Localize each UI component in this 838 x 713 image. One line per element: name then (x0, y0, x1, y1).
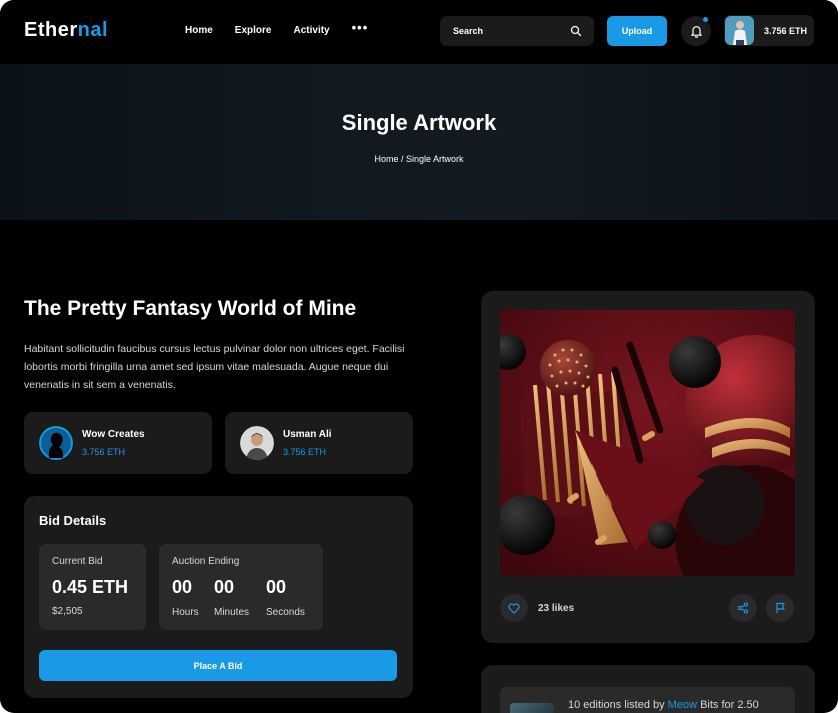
owner-card[interactable]: Usman Ali 3.756 ETH (225, 412, 413, 474)
auction-ending-label: Auction Ending (172, 556, 240, 567)
editions-text: 10 editions listed by Meow Bits for 2.50 (568, 699, 759, 711)
current-bid-box: Current Bid 0.45 ETH $2,505 (39, 544, 146, 630)
current-bid-usd: $2,505 (52, 606, 83, 617)
app-frame: Ethernal Home Explore Activity ••• Searc… (0, 0, 838, 713)
wallet-balance: 3.756 ETH (764, 26, 808, 36)
countdown-seconds: 00 Seconds (266, 577, 316, 618)
editions-text-before: 10 editions listed by (568, 699, 668, 711)
nav-explore[interactable]: Explore (235, 25, 272, 36)
breadcrumb-separator: / (398, 154, 406, 164)
bell-icon (690, 26, 702, 38)
logo[interactable]: Ethernal (24, 19, 108, 42)
current-bid-label: Current Bid (52, 556, 103, 567)
share-icon (737, 602, 749, 614)
search-input[interactable]: Search (440, 16, 594, 46)
nav-home[interactable]: Home (185, 25, 213, 36)
current-bid-value: 0.45 ETH (52, 577, 129, 597)
flag-icon (775, 602, 785, 613)
search-icon[interactable] (570, 25, 582, 37)
more-menu-icon[interactable]: ••• (352, 21, 369, 36)
artwork-title: The Pretty Fantasy World of Mine (24, 297, 357, 320)
countdown-seconds-unit: Seconds (266, 607, 305, 618)
like-button[interactable] (500, 594, 528, 622)
bid-details-panel: Bid Details Current Bid 0.45 ETH $2,505 … (24, 496, 413, 698)
share-button[interactable] (729, 594, 757, 622)
report-button[interactable] (766, 594, 794, 622)
edition-thumbnail (510, 703, 554, 713)
upload-button[interactable]: Upload (607, 16, 667, 46)
editions-text-after: Bits for 2.50 (697, 699, 759, 711)
nav-activity[interactable]: Activity (293, 25, 329, 36)
creator-name: Wow Creates (82, 429, 145, 440)
page-title: Single Artwork (341, 110, 497, 135)
main-nav: Home Explore Activity ••• (185, 21, 390, 36)
logo-accent-text: nal (77, 19, 109, 41)
artwork-card: 23 likes (481, 291, 815, 643)
breadcrumb-home[interactable]: Home (374, 154, 398, 164)
artwork-description: Habitant sollicitudin faucibus cursus le… (24, 343, 405, 391)
countdown-seconds-value: 00 (266, 577, 287, 597)
notification-button[interactable] (681, 16, 711, 46)
notification-dot (703, 17, 708, 22)
user-avatar (725, 16, 754, 45)
creator-avatar (39, 426, 73, 460)
wallet-button[interactable]: 3.756 ETH (724, 15, 814, 46)
top-header: Ethernal Home Explore Activity ••• Searc… (0, 0, 838, 64)
countdown-minutes-unit: Minutes (214, 607, 250, 618)
likes-count: 23 likes (538, 603, 575, 614)
creator-value: 3.756 ETH (82, 447, 126, 457)
owner-avatar (240, 426, 274, 460)
breadcrumb: Home / Single Artwork (0, 154, 838, 164)
editions-user-link[interactable]: Meow (668, 699, 697, 711)
auction-ending-box: Auction Ending 00 Hours 00 Minutes 00 Se… (159, 544, 323, 630)
editions-card: 10 editions listed by Meow Bits for 2.50 (481, 665, 815, 713)
artwork-image[interactable] (500, 310, 795, 576)
search-placeholder: Search (453, 26, 484, 36)
logo-main-text: Ether (24, 19, 78, 41)
editions-listing[interactable]: 10 editions listed by Meow Bits for 2.50 (500, 687, 795, 713)
place-bid-button[interactable]: Place A Bid (39, 650, 397, 681)
owner-value: 3.756 ETH (283, 447, 327, 457)
breadcrumb-current: Single Artwork (406, 154, 464, 164)
page-banner: Single Artwork Home / Single Artwork (0, 64, 838, 220)
creator-card[interactable]: Wow Creates 3.756 ETH (24, 412, 212, 474)
countdown-minutes-value: 00 (214, 577, 235, 597)
countdown-minutes: 00 Minutes (214, 577, 264, 618)
heart-icon (508, 602, 520, 614)
bid-details-title: Bid Details (39, 513, 107, 528)
owner-name: Usman Ali (283, 429, 332, 440)
